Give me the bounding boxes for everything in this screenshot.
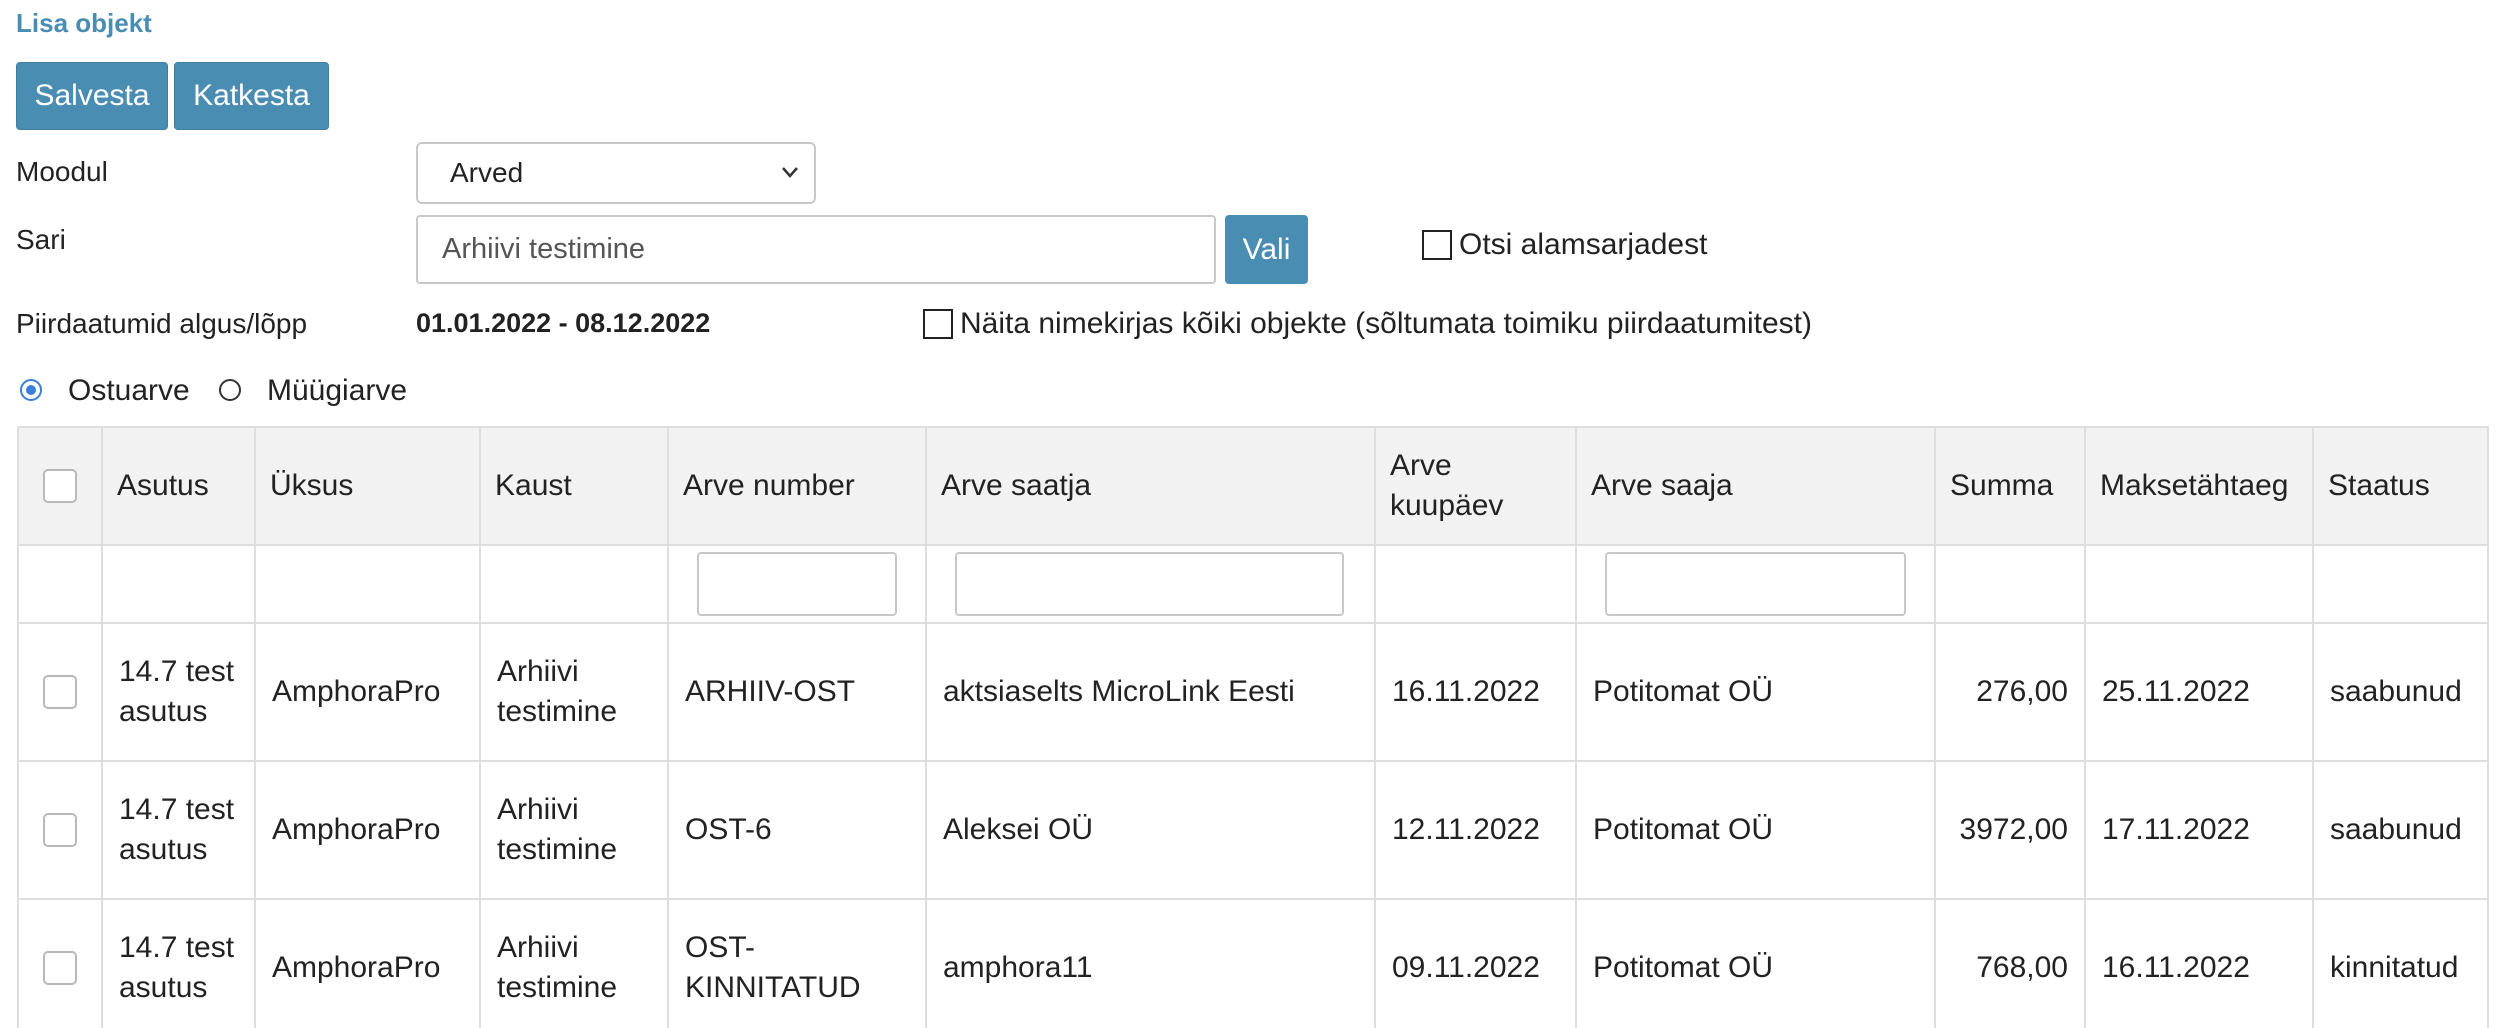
cell-status: saabunud: [2312, 622, 2489, 762]
series-input[interactable]: Arhiivi testimine: [416, 215, 1216, 284]
cell-folder: Arhiivi testimine: [479, 898, 669, 1028]
row-select-cell: [17, 898, 103, 1028]
select-all-cell: [17, 426, 103, 546]
add-object-form: Lisa objekt Salvesta Katkesta Moodul Arv…: [0, 0, 2507, 1028]
filter-cell: [1934, 544, 2086, 624]
filter-cell: [925, 544, 1376, 624]
cell-due-date: 25.11.2022: [2084, 622, 2314, 762]
header-status[interactable]: Staatus: [2312, 426, 2489, 546]
module-label: Moodul: [16, 156, 108, 187]
header-due-date[interactable]: Maksetähtaeg: [2084, 426, 2314, 546]
show-all-checkbox[interactable]: [923, 309, 953, 339]
show-all-label: Näita nimekirjas kõiki objekte (sõltumat…: [960, 307, 1812, 340]
row-select-cell: [17, 622, 103, 762]
filter-cell: [1374, 544, 1577, 624]
module-select-value: Arved: [450, 157, 524, 188]
filter-cell: [1575, 544, 1936, 624]
header-sum[interactable]: Summa: [1934, 426, 2086, 546]
cell-unit: AmphoraPro: [254, 622, 481, 762]
header-unit[interactable]: Üksus: [254, 426, 481, 546]
series-label: Sari: [16, 224, 66, 255]
table-row[interactable]: 14.7 test asutus AmphoraPro Arhiivi test…: [17, 898, 2489, 1028]
invoice-number-filter-input[interactable]: [697, 552, 897, 616]
cell-invoice-sender: aktsiaselts MicroLink Eesti: [925, 622, 1376, 762]
filter-cell: [2312, 544, 2489, 624]
header-invoice-recipient[interactable]: Arve saaja: [1575, 426, 1936, 546]
cell-invoice-number: ARHIIV-OST: [667, 622, 927, 762]
module-select[interactable]: Arved: [416, 142, 816, 204]
invoice-sender-filter-input[interactable]: [955, 552, 1344, 616]
cell-invoice-date: 12.11.2022: [1374, 760, 1577, 900]
limit-dates-label: Piirdaatumid algus/lõpp: [16, 308, 308, 339]
search-subseries-label: Otsi alamsarjadest: [1459, 228, 1708, 261]
select-all-checkbox[interactable]: [43, 469, 77, 503]
table-row[interactable]: 14.7 test asutus AmphoraPro Arhiivi test…: [17, 622, 2489, 762]
filter-cell: [2084, 544, 2314, 624]
cell-sum: 276,00: [1934, 622, 2086, 762]
cell-invoice-recipient: Potitomat OÜ: [1575, 622, 1936, 762]
filter-cell: [479, 544, 669, 624]
radio-purchase[interactable]: [20, 379, 42, 401]
cell-unit: AmphoraPro: [254, 760, 481, 900]
cell-invoice-date: 16.11.2022: [1374, 622, 1577, 762]
cell-due-date: 16.11.2022: [2084, 898, 2314, 1028]
series-input-value: Arhiivi testimine: [442, 233, 646, 265]
filter-cell: [254, 544, 481, 624]
page-title: Lisa objekt: [16, 8, 152, 38]
cell-status: kinnitatud: [2312, 898, 2489, 1028]
header-invoice-date[interactable]: Arve kuupäev: [1374, 426, 1577, 546]
filter-row: [17, 544, 2489, 624]
cell-invoice-sender: amphora11: [925, 898, 1376, 1028]
radio-purchase-label: Ostuarve: [68, 374, 190, 407]
invoice-table: Asutus Üksus Kaust Arve number Arve saat…: [17, 426, 2489, 1028]
limit-dates-value: 01.01.2022 - 08.12.2022: [416, 308, 711, 338]
cell-sum: 768,00: [1934, 898, 2086, 1028]
choose-series-button[interactable]: Vali: [1225, 215, 1308, 284]
cell-institution: 14.7 test asutus: [101, 898, 256, 1028]
cell-institution: 14.7 test asutus: [101, 760, 256, 900]
row-select-cell: [17, 760, 103, 900]
row-checkbox[interactable]: [43, 813, 77, 847]
header-invoice-number[interactable]: Arve number: [667, 426, 927, 546]
header-institution[interactable]: Asutus: [101, 426, 256, 546]
invoice-recipient-filter-input[interactable]: [1605, 552, 1906, 616]
cell-due-date: 17.11.2022: [2084, 760, 2314, 900]
radio-sales[interactable]: [219, 379, 241, 401]
cell-status: saabunud: [2312, 760, 2489, 900]
cell-invoice-sender: Aleksei OÜ: [925, 760, 1376, 900]
chevron-down-icon: [782, 167, 798, 178]
cell-invoice-date: 09.11.2022: [1374, 898, 1577, 1028]
row-checkbox[interactable]: [43, 951, 77, 985]
header-invoice-sender[interactable]: Arve saatja: [925, 426, 1376, 546]
cancel-button[interactable]: Katkesta: [174, 62, 329, 130]
cell-unit: AmphoraPro: [254, 898, 481, 1028]
cell-sum: 3972,00: [1934, 760, 2086, 900]
header-folder[interactable]: Kaust: [479, 426, 669, 546]
cell-invoice-recipient: Potitomat OÜ: [1575, 898, 1936, 1028]
save-button[interactable]: Salvesta: [16, 62, 168, 130]
cell-invoice-recipient: Potitomat OÜ: [1575, 760, 1936, 900]
table-header-row: Asutus Üksus Kaust Arve number Arve saat…: [17, 426, 2489, 546]
cell-invoice-number: OST-6: [667, 760, 927, 900]
filter-cell: [17, 544, 103, 624]
radio-sales-label: Müügiarve: [267, 374, 408, 407]
cell-invoice-number: OST-KINNITATUD: [667, 898, 927, 1028]
table-row[interactable]: 14.7 test asutus AmphoraPro Arhiivi test…: [17, 760, 2489, 900]
cell-institution: 14.7 test asutus: [101, 622, 256, 762]
cell-folder: Arhiivi testimine: [479, 622, 669, 762]
search-subseries-checkbox[interactable]: [1422, 230, 1452, 260]
cell-folder: Arhiivi testimine: [479, 760, 669, 900]
filter-cell: [101, 544, 256, 624]
filter-cell: [667, 544, 927, 624]
row-checkbox[interactable]: [43, 675, 77, 709]
